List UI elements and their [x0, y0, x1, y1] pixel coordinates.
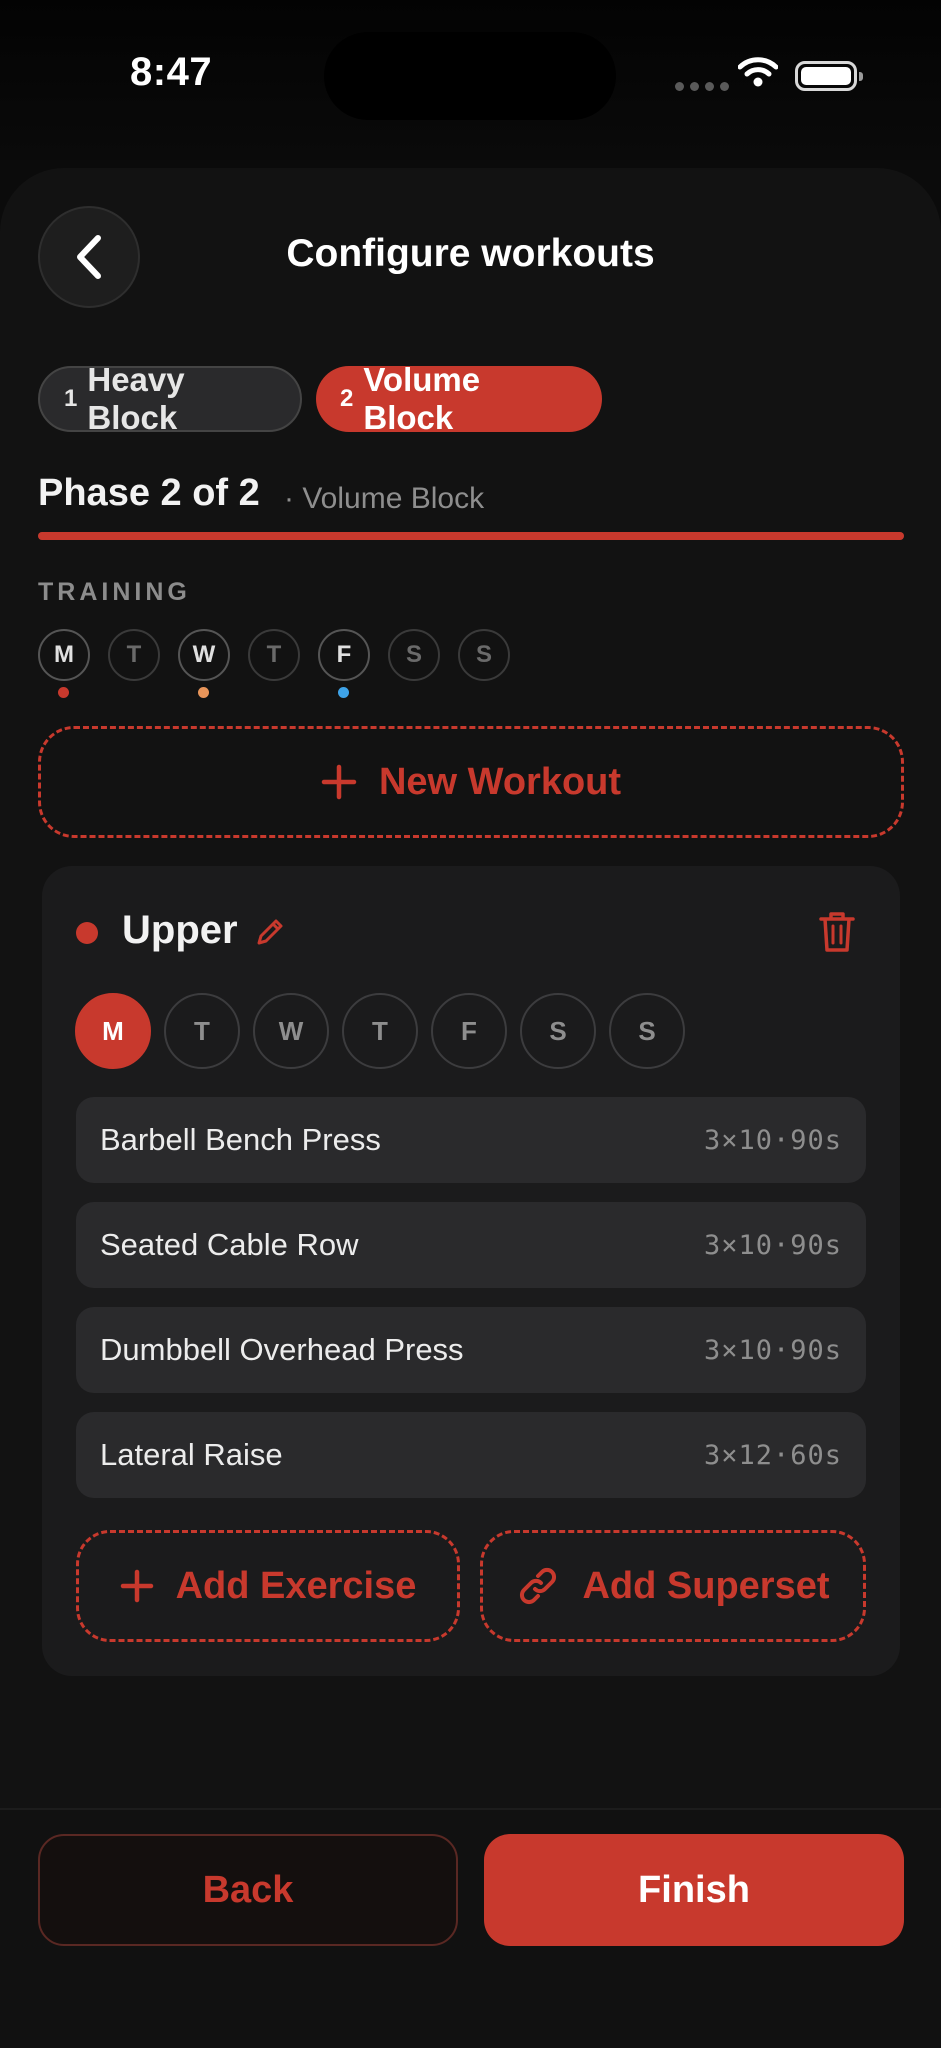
link-icon — [520, 1567, 557, 1605]
phase-chip-volume-block[interactable]: 2 Volume Block — [316, 361, 602, 436]
workout-day-toggle-2[interactable]: W — [253, 993, 329, 1069]
workout-day-toggle-0[interactable]: M — [75, 993, 151, 1069]
add-exercise-button[interactable]: Add Exercise — [76, 1530, 460, 1642]
phase-chip-number: 2 — [340, 385, 354, 412]
exercise-spec: 3×10·90s — [703, 1229, 842, 1261]
new-workout-label: New Workout — [378, 760, 622, 803]
phase-subtitle: · Volume Block — [284, 482, 485, 515]
workout-color-dot — [76, 922, 98, 944]
add-superset-button[interactable]: Add Superset — [480, 1530, 866, 1642]
trash-icon[interactable] — [818, 910, 856, 954]
pencil-icon[interactable] — [254, 916, 286, 948]
workout-day-toggle-4[interactable]: F — [431, 993, 507, 1069]
training-day-0: M — [38, 629, 90, 681]
exercise-row[interactable]: Lateral Raise 3×12·60s — [76, 1412, 866, 1498]
workout-day-toggle-5[interactable]: S — [520, 993, 596, 1069]
exercise-name: Lateral Raise — [100, 1437, 283, 1472]
training-day-2: W — [178, 629, 230, 681]
plus-icon — [120, 1569, 153, 1603]
exercise-name: Dumbbell Overhead Press — [100, 1332, 464, 1367]
cellular-signal-icon — [675, 82, 729, 91]
battery-icon — [795, 61, 863, 91]
add-superset-label: Add Superset — [582, 1564, 830, 1607]
exercise-row[interactable]: Barbell Bench Press 3×10·90s — [76, 1097, 866, 1183]
workout-day-toggle-1[interactable]: T — [164, 993, 240, 1069]
phase-progress-bar — [38, 532, 904, 540]
phase-chip-label: Volume Block — [363, 361, 481, 436]
page-title: Configure workouts — [286, 232, 655, 275]
plus-icon — [321, 764, 357, 800]
phase-title: Phase 2 of 2 — [38, 472, 260, 514]
back-button[interactable]: Back — [38, 1834, 458, 1946]
phase-chip-number: 1 — [64, 385, 78, 412]
finish-button[interactable]: Finish — [484, 1834, 904, 1946]
training-day-4: F — [318, 629, 370, 681]
training-day-dot — [338, 687, 349, 698]
exercise-spec: 3×10·90s — [703, 1334, 842, 1366]
phase-chip-label: Heavy Block — [87, 361, 185, 436]
training-day-5: S — [388, 629, 440, 681]
exercise-row[interactable]: Dumbbell Overhead Press 3×10·90s — [76, 1307, 866, 1393]
workout-day-toggle-6[interactable]: S — [609, 993, 685, 1069]
training-day-6: S — [458, 629, 510, 681]
add-exercise-label: Add Exercise — [175, 1564, 417, 1607]
exercise-spec: 3×10·90s — [703, 1124, 842, 1156]
exercise-name: Barbell Bench Press — [100, 1122, 381, 1157]
dynamic-island — [324, 32, 616, 120]
new-workout-button[interactable]: New Workout — [38, 726, 904, 838]
wifi-icon — [738, 57, 778, 87]
training-label: TRAINING — [38, 578, 191, 606]
phase-chip-heavy-block[interactable]: 1 Heavy Block — [38, 361, 302, 436]
training-day-dot — [58, 687, 69, 698]
workout-name: Upper — [122, 908, 238, 952]
workout-day-toggle-3[interactable]: T — [342, 993, 418, 1069]
exercise-row[interactable]: Seated Cable Row 3×10·90s — [76, 1202, 866, 1288]
status-time: 8:47 — [130, 50, 213, 94]
training-day-1: T — [108, 629, 160, 681]
training-day-dot — [198, 687, 209, 698]
training-day-3: T — [248, 629, 300, 681]
status-bar: 8:47 — [0, 0, 941, 160]
exercise-name: Seated Cable Row — [100, 1227, 359, 1262]
phase-progress-fill — [38, 532, 904, 540]
exercise-spec: 3×12·60s — [703, 1439, 842, 1471]
